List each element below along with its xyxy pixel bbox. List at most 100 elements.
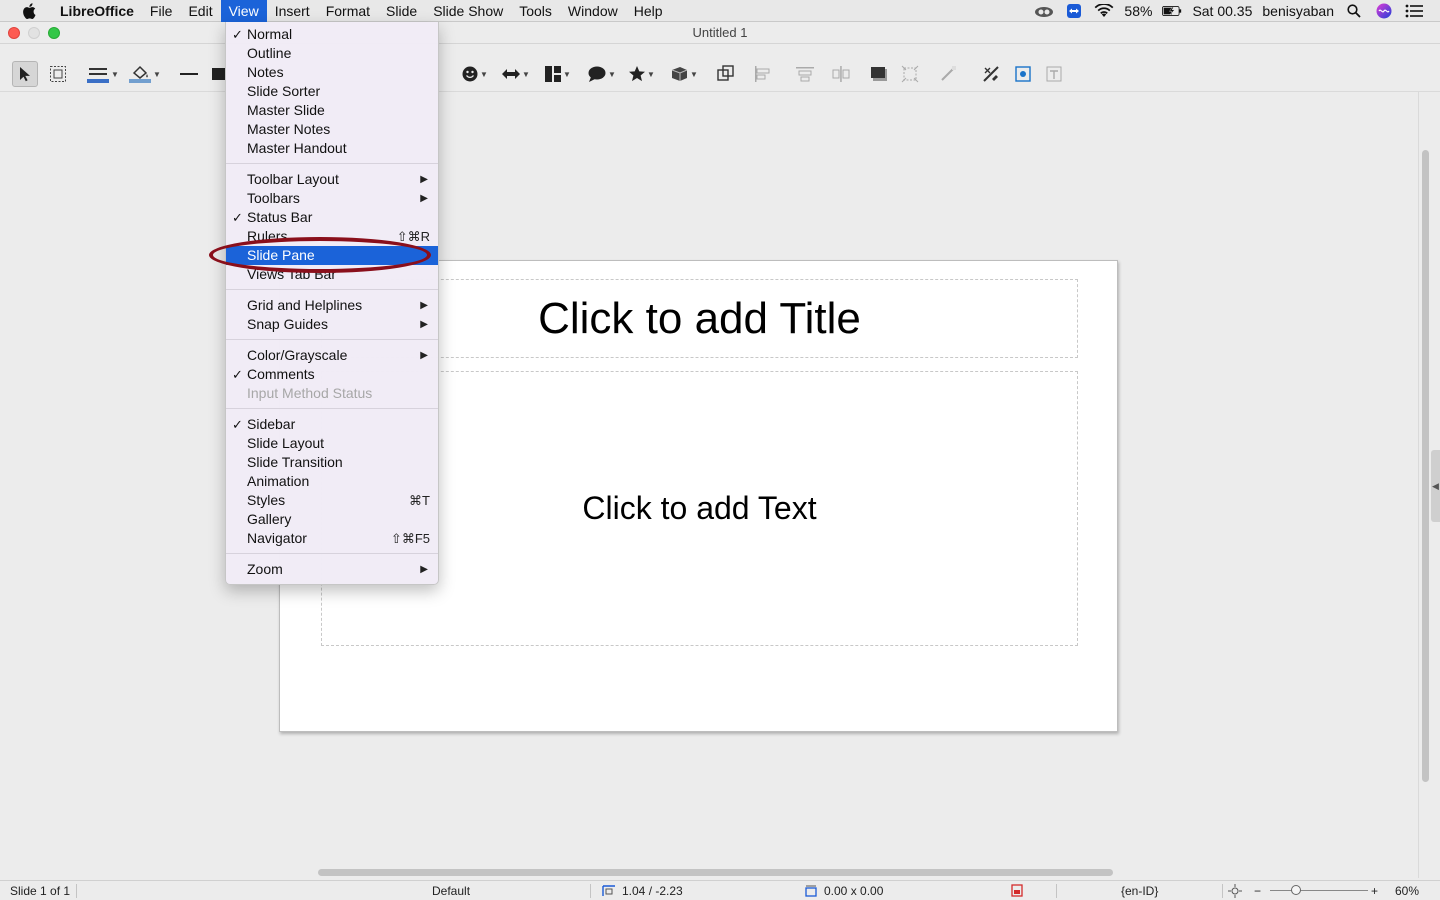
menu-edit[interactable]: Edit [180,0,220,22]
view-menu-item-label: Comments [247,366,315,382]
zoom-level[interactable]: 60% [1395,884,1419,898]
position-icon [602,885,615,896]
crop-image-icon [897,61,923,87]
callout-shapes-icon[interactable]: ▼ [583,61,621,87]
slide-count: Slide 1 of 1 [10,884,71,898]
apple-menu-icon[interactable] [18,2,40,19]
status-separator [590,884,591,898]
select-tool-icon[interactable] [12,61,38,87]
view-menu-item-label: Sidebar [247,416,296,432]
menu-slide[interactable]: Slide [378,0,425,22]
view-menu-item-notes[interactable]: Notes [226,63,438,82]
view-menu-item-gallery[interactable]: Gallery [226,510,438,529]
checkmark-icon: ✓ [232,210,243,225]
submenu-arrow-icon: ▶ [420,193,428,204]
view-menu-item-animation[interactable]: Animation [226,472,438,491]
view-menu-item-snap-guides[interactable]: Snap Guides ▶ [226,315,438,334]
vertical-scrollbar-thumb[interactable] [1422,150,1429,782]
stars-icon[interactable]: ▼ [623,61,661,87]
menu-format[interactable]: Format [318,0,378,22]
notification-center-icon[interactable] [1404,3,1424,19]
view-menu-item-master-slide[interactable]: Master Slide [226,101,438,120]
view-menu-item-slide-transition[interactable]: Slide Transition [226,453,438,472]
view-menu-item-label: Toolbar Layout [247,171,339,187]
battery-percent: 58% [1124,3,1153,19]
status-bar: Slide 1 of 1 Default 1.04 / -2.23 0.00 x… [0,880,1440,900]
menu-window[interactable]: Window [560,0,626,22]
menu-file[interactable]: File [142,0,181,22]
zoom-slider-knob[interactable] [1291,885,1301,895]
status-separator [76,884,77,898]
symbol-shapes-icon[interactable]: ▼ [456,61,494,87]
sidebar-collapse-icon[interactable]: ◀ [1431,450,1440,522]
menu-separator [226,408,438,409]
creative-cloud-icon[interactable] [1034,3,1054,19]
menu-separator [226,553,438,554]
view-menu-item-grid-and-helplines[interactable]: Grid and Helplines ▶ [226,296,438,315]
menu-slide-show[interactable]: Slide Show [425,0,511,22]
zoom-slider-track[interactable] [1270,890,1368,891]
master-slide-name[interactable]: Default [432,884,470,898]
wifi-icon[interactable] [1094,3,1114,19]
view-menu-item-normal[interactable]: ✓ Normal [226,25,438,44]
view-menu-item-status-bar[interactable]: ✓ Status Bar [226,208,438,227]
title-placeholder-text: Click to add Title [538,293,861,343]
view-menu-item-views-tab-bar[interactable]: Views Tab Bar [226,265,438,284]
flowchart-icon[interactable]: ▼ [539,61,577,87]
view-menu-item-toolbar-layout[interactable]: Toolbar Layout ▶ [226,170,438,189]
view-menu-item-comments[interactable]: ✓ Comments [226,365,438,384]
user-name[interactable]: benisyaban [1262,3,1334,19]
view-menu-item-styles[interactable]: Styles ⌘T [226,491,438,510]
submenu-arrow-icon: ▶ [420,300,428,311]
zoom-out-button[interactable]: − [1254,884,1261,898]
3d-objects-icon[interactable]: ▼ [665,61,703,87]
menu-insert[interactable]: Insert [267,0,318,22]
view-menu-item-label: Slide Sorter [247,83,321,99]
spotlight-search-icon[interactable] [1344,3,1364,19]
fit-slide-icon[interactable] [1228,884,1242,898]
view-menu-item-slide-sorter[interactable]: Slide Sorter [226,82,438,101]
view-menu-item-rulers[interactable]: Rulers ⇧⌘R [226,227,438,246]
battery-charging-icon[interactable] [1162,3,1182,19]
line-color-icon[interactable]: ▼ [84,61,122,87]
block-arrows-icon[interactable]: ▼ [497,61,535,87]
view-menu-item-sidebar[interactable]: ✓ Sidebar [226,415,438,434]
view-menu-item-slide-pane[interactable]: Slide Pane [226,246,438,265]
document-modified-icon[interactable] [1011,884,1023,897]
view-menu-item-toolbars[interactable]: Toolbars ▶ [226,189,438,208]
view-menu-item-navigator[interactable]: Navigator ⇧⌘F5 [226,529,438,548]
view-menu-item-label: Master Handout [247,140,347,156]
view-menu-item-label: Notes [247,64,284,80]
cursor-position: 1.04 / -2.23 [602,884,683,898]
view-menu-item-color-grayscale[interactable]: Color/Grayscale ▶ [226,346,438,365]
menu-tools[interactable]: Tools [511,0,560,22]
view-menu-item-master-notes[interactable]: Master Notes [226,120,438,139]
fill-color-icon[interactable]: ▼ [126,61,164,87]
line-tool-icon[interactable] [176,61,202,87]
menu-app-libreoffice[interactable]: LibreOffice [52,0,142,22]
language-indicator[interactable]: {en-ID} [1121,884,1158,898]
view-menu-item-label: Rulers [247,228,288,244]
view-menu-item-label: Status Bar [247,209,313,225]
window-title-bar: Untitled 1 [0,22,1440,44]
siri-icon[interactable] [1374,3,1394,19]
view-menu-item-zoom[interactable]: Zoom ▶ [226,560,438,579]
view-menu-item-outline[interactable]: Outline [226,44,438,63]
menu-help[interactable]: Help [626,0,671,22]
zoom-in-button[interactable]: + [1371,884,1378,898]
horizontal-scrollbar-thumb[interactable] [318,869,1113,876]
view-menu-item-label: Outline [247,45,292,61]
teamviewer-icon[interactable] [1064,3,1084,19]
insert-image-icon[interactable] [1010,61,1036,87]
menu-view[interactable]: View [220,0,267,22]
view-menu-item-slide-layout[interactable]: Slide Layout [226,434,438,453]
view-menu-item-master-handout[interactable]: Master Handout [226,139,438,158]
view-menu-item-label: Snap Guides [247,316,328,332]
menu-separator [226,289,438,290]
transformations-icon[interactable] [713,61,739,87]
toggle-extrusion-icon[interactable] [978,61,1004,87]
submenu-arrow-icon: ▶ [420,564,428,575]
zoom-pan-icon[interactable] [45,61,71,87]
clock[interactable]: Sat 00.35 [1192,3,1252,19]
shadow-icon[interactable] [866,61,892,87]
